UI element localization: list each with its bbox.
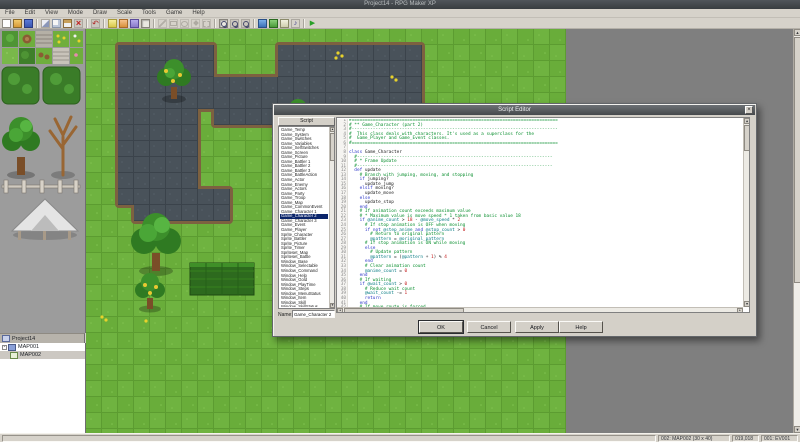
scroll-up-icon[interactable]: ▲ (794, 29, 800, 36)
undo-button[interactable] (91, 19, 100, 28)
code-vertical-scrollbar[interactable]: ▲ ▼ (743, 118, 749, 307)
apply-button[interactable]: Apply (515, 321, 559, 333)
new-project-button[interactable] (2, 19, 11, 28)
window-title: Project14 - RPG Maker XP (364, 1, 436, 7)
hedge-sprite (190, 263, 254, 295)
code-editor[interactable]: 1#======================================… (336, 117, 750, 313)
scroll-up-icon[interactable]: ▲ (330, 127, 335, 132)
event-layer-button[interactable] (141, 19, 150, 28)
dialog-title-bar[interactable]: Script Editor × (274, 105, 755, 115)
code-text: 1#======================================… (337, 119, 743, 307)
rectangle-button (169, 19, 178, 28)
scroll-down-icon[interactable]: ▼ (744, 301, 750, 307)
scroll-up-icon[interactable]: ▲ (744, 118, 750, 124)
status-event-info: 001: EV001 (761, 435, 798, 442)
delete-button[interactable] (74, 19, 83, 28)
layer-3-button[interactable] (130, 19, 139, 28)
cut-button[interactable] (41, 19, 50, 28)
tree-expander-icon[interactable]: - (2, 345, 7, 350)
script-name-input[interactable] (292, 310, 335, 318)
script-item[interactable]: Window_SkillStatus (280, 305, 328, 307)
ok-button[interactable]: OK (419, 321, 463, 333)
code-line-text: #=======================================… (348, 142, 558, 147)
map-tree-item-map002[interactable]: MAP002 (0, 351, 85, 359)
menu-mode[interactable]: Mode (63, 9, 88, 17)
scroll-right-icon[interactable]: ► (737, 308, 743, 313)
tileset-palette[interactable] (0, 29, 86, 333)
ellipse-button (180, 19, 189, 28)
tileset-image (0, 29, 85, 333)
dialog-title: Script Editor (498, 107, 531, 113)
scroll-down-icon[interactable]: ▼ (794, 426, 800, 433)
cancel-button[interactable]: Cancel (467, 321, 511, 333)
code-horizontal-scrollbar[interactable]: ◄ ► (337, 307, 743, 312)
map-icon (8, 344, 16, 351)
map-tree-item-map001[interactable]: - MAP001 (0, 343, 85, 351)
menu-view[interactable]: View (40, 9, 63, 17)
toolbar (0, 18, 800, 29)
script-name-label: Name: (278, 312, 293, 318)
map-tree: - MAP001MAP002 (0, 343, 86, 433)
menu-game[interactable]: Game (161, 9, 187, 17)
menu-tools[interactable]: Tools (137, 9, 161, 17)
pencil-button (158, 19, 167, 28)
layer-2-button[interactable] (119, 19, 128, 28)
flood-fill-button (191, 19, 200, 28)
zoom-1-2-button[interactable] (230, 19, 239, 28)
map-tree-label: MAP002 (20, 351, 41, 359)
title-bar: Project14 - RPG Maker XP (0, 0, 800, 9)
map-icon (10, 352, 18, 359)
menu-help[interactable]: Help (187, 9, 209, 17)
status-bar: 002: MAP002 (30 x 40) 019,018 001: EV001 (0, 433, 800, 442)
status-message (2, 435, 656, 442)
scroll-left-icon[interactable]: ◄ (337, 308, 343, 313)
map-vertical-scrollbar[interactable]: ▲ ▼ (793, 29, 800, 433)
status-map-info: 002: MAP002 (30 x 40) (658, 435, 730, 442)
menu-file[interactable]: File (0, 9, 20, 17)
save-project-button[interactable] (24, 19, 33, 28)
project-root-label: Project14 (12, 334, 35, 344)
script-list-rows: Game_TempGame_SystemGame_SwitchesGame_Va… (280, 128, 328, 307)
paste-button[interactable] (63, 19, 72, 28)
scrollbar-thumb[interactable] (344, 308, 464, 313)
open-project-button[interactable] (13, 19, 22, 28)
script-editor-dialog: Script Editor × Script Game_TempGame_Sys… (272, 103, 757, 337)
toolbar-separator (303, 19, 305, 28)
project-root[interactable]: Project14 (0, 333, 85, 343)
sound-test-button[interactable] (291, 19, 300, 28)
menu-edit[interactable]: Edit (20, 9, 40, 17)
script-list: Game_TempGame_SystemGame_SwitchesGame_Va… (278, 126, 335, 309)
zoom-1-1-button[interactable] (219, 19, 228, 28)
script-list-header: Script (278, 117, 335, 126)
scrollbar-thumb[interactable] (744, 125, 750, 151)
toolbar-separator (86, 19, 88, 28)
zoom-1-4-button[interactable] (241, 19, 250, 28)
toolbar-separator (36, 19, 38, 28)
map-tree-label: MAP001 (18, 343, 39, 351)
status-coordinates: 019,018 (732, 435, 759, 442)
menu-draw[interactable]: Draw (88, 9, 112, 17)
toolbar-separator (253, 19, 255, 28)
project-icon (2, 335, 10, 342)
material-base-button[interactable] (269, 19, 278, 28)
scroll-down-icon[interactable]: ▼ (330, 303, 335, 308)
select-button (202, 19, 211, 28)
script-editor-button[interactable] (280, 19, 289, 28)
copy-button[interactable] (52, 19, 61, 28)
rpg-maker-xp-window: Project14 - RPG Maker XP FileEditViewMod… (0, 0, 800, 442)
menu-bar: FileEditViewModeDrawScaleToolsGameHelp (0, 9, 800, 18)
database-button[interactable] (258, 19, 267, 28)
toolbar-separator (214, 19, 216, 28)
scrollbar-thumb[interactable] (794, 37, 800, 283)
layer-1-button[interactable] (108, 19, 117, 28)
script-list-scrollbar[interactable]: ▲ ▼ (329, 127, 334, 308)
toolbar-separator (153, 19, 155, 28)
toolbar-separator (103, 19, 105, 28)
scrollbar-thumb[interactable] (330, 133, 335, 161)
close-icon[interactable]: × (745, 106, 753, 114)
menu-scale[interactable]: Scale (112, 9, 137, 17)
playtest-button[interactable] (308, 19, 317, 28)
help-button[interactable]: Help (559, 321, 603, 333)
